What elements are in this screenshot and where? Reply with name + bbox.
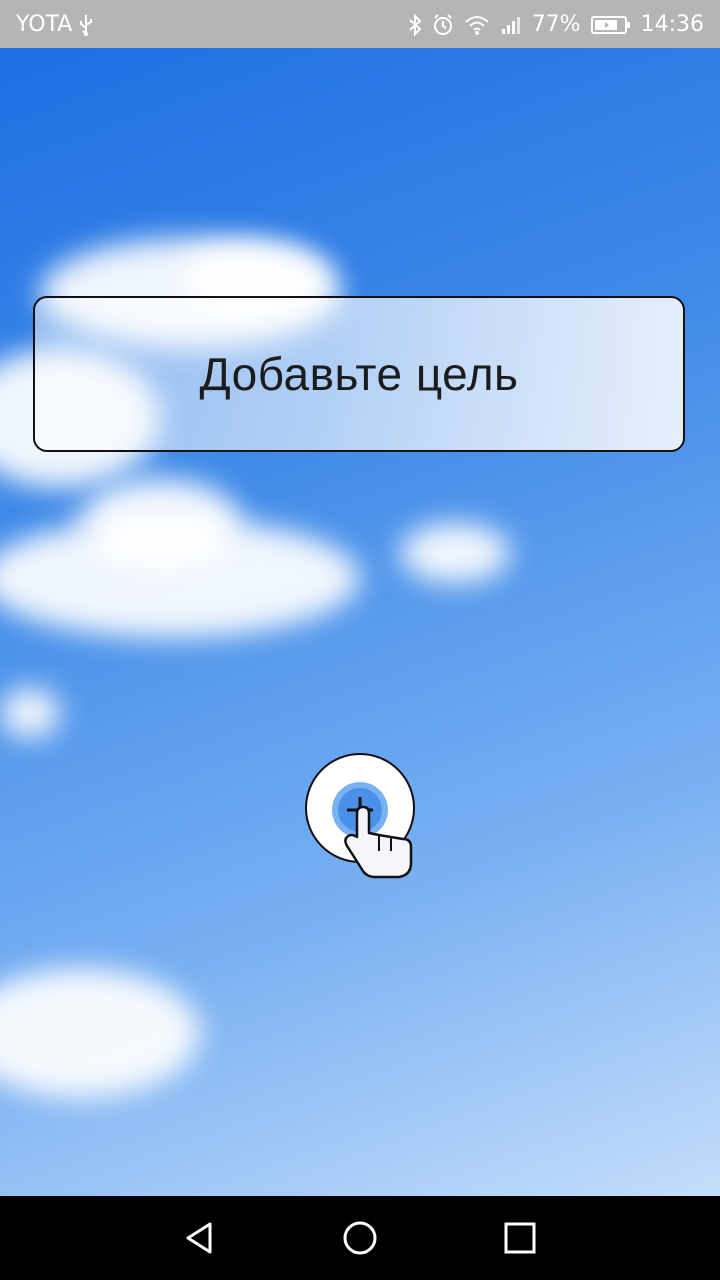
wifi-icon <box>464 14 490 36</box>
cloud <box>0 688 60 738</box>
usb-icon <box>78 14 94 36</box>
screen: YOTA 77% 14:36 Добавьте цель <box>0 0 720 1280</box>
back-icon <box>186 1222 212 1254</box>
add-with-tap-hand-icon <box>332 782 413 879</box>
cloud <box>80 478 240 568</box>
home-button[interactable] <box>336 1214 384 1262</box>
clock: 14:36 <box>640 12 704 37</box>
signal-icon <box>500 14 522 36</box>
cloud <box>0 968 200 1098</box>
cloud <box>400 523 510 583</box>
add-goal-button[interactable] <box>305 753 415 879</box>
alarm-icon <box>432 13 454 36</box>
back-button[interactable] <box>176 1214 224 1262</box>
recents-button[interactable] <box>496 1214 544 1262</box>
carrier-label: YOTA <box>16 12 73 37</box>
home-icon <box>343 1221 377 1255</box>
battery-percent: 77% <box>531 12 581 37</box>
status-right: 77% 14:36 <box>408 12 704 37</box>
recents-icon <box>504 1222 536 1254</box>
status-bar: YOTA 77% 14:36 <box>0 0 720 48</box>
navigation-bar <box>0 1196 720 1280</box>
sky-background <box>0 48 720 1196</box>
add-goal-card[interactable]: Добавьте цель <box>33 296 685 452</box>
goal-prompt-text: Добавьте цель <box>199 348 519 400</box>
battery-icon <box>590 14 631 36</box>
bluetooth-icon <box>408 13 422 36</box>
status-left: YOTA <box>16 12 94 37</box>
